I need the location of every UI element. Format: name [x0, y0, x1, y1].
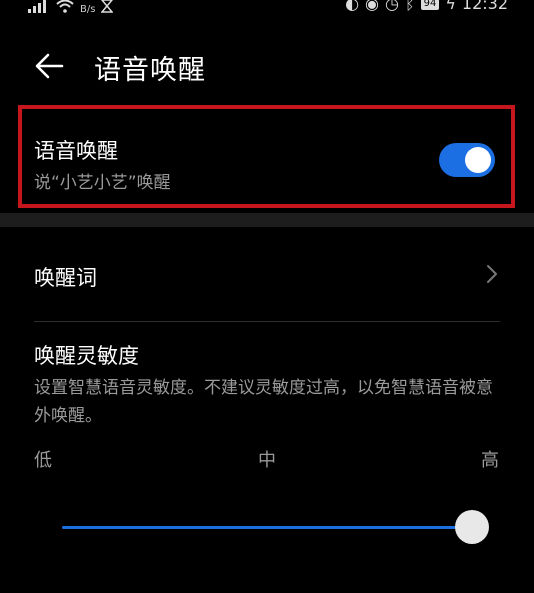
- charging-icon: ϟ: [445, 0, 456, 13]
- eye-icon: ◉: [365, 0, 380, 13]
- hourglass-icon: [101, 0, 114, 13]
- status-right: ◐ ◉ ◷ ᛒ 94 ϟ 12:32: [345, 0, 508, 13]
- tick-low: 低: [34, 450, 52, 471]
- signal-icon: [28, 0, 46, 13]
- bluetooth-icon: ᛒ: [404, 0, 415, 13]
- chevron-right-icon: [487, 265, 497, 283]
- toggle-knob: [465, 147, 491, 173]
- page-title: 语音唤醒: [94, 55, 206, 86]
- back-button[interactable]: [30, 46, 70, 86]
- status-left: B/s: [28, 0, 114, 15]
- section-divider: [0, 213, 534, 227]
- voice-wake-subtitle: 说“小艺小艺”唤醒: [34, 173, 171, 193]
- tick-mid: 中: [258, 450, 276, 471]
- clock: 12:32: [461, 0, 508, 13]
- wifi-icon: [56, 0, 74, 13]
- voice-wake-title: 语音唤醒: [34, 139, 118, 163]
- sensitivity-slider[interactable]: [62, 508, 489, 548]
- net-speed: B/s: [80, 4, 96, 15]
- row-divider: [34, 321, 500, 322]
- alarm-icon: ◷: [385, 0, 399, 13]
- battery-icon: 94: [420, 0, 440, 10]
- wake-word-row[interactable]: 唤醒词: [0, 246, 534, 304]
- tick-high: 高: [481, 450, 499, 471]
- slider-track: [62, 526, 472, 529]
- nfc-icon: ◐: [345, 0, 360, 13]
- back-arrow-icon: [35, 53, 64, 79]
- sensitivity-description: 设置智慧语音灵敏度。不建议灵敏度过高，以免智慧语音被意外唤醒。: [34, 378, 493, 426]
- voice-wake-row[interactable]: 语音唤醒 说“小艺小艺”唤醒: [18, 105, 515, 208]
- slider-thumb[interactable]: [455, 510, 489, 544]
- sensitivity-title: 唤醒灵敏度: [34, 344, 139, 368]
- voice-wake-toggle[interactable]: [439, 143, 495, 177]
- wake-word-label: 唤醒词: [34, 266, 97, 290]
- status-bar: B/s ◐ ◉ ◷ ᛒ 94 ϟ 12:32: [0, 0, 534, 18]
